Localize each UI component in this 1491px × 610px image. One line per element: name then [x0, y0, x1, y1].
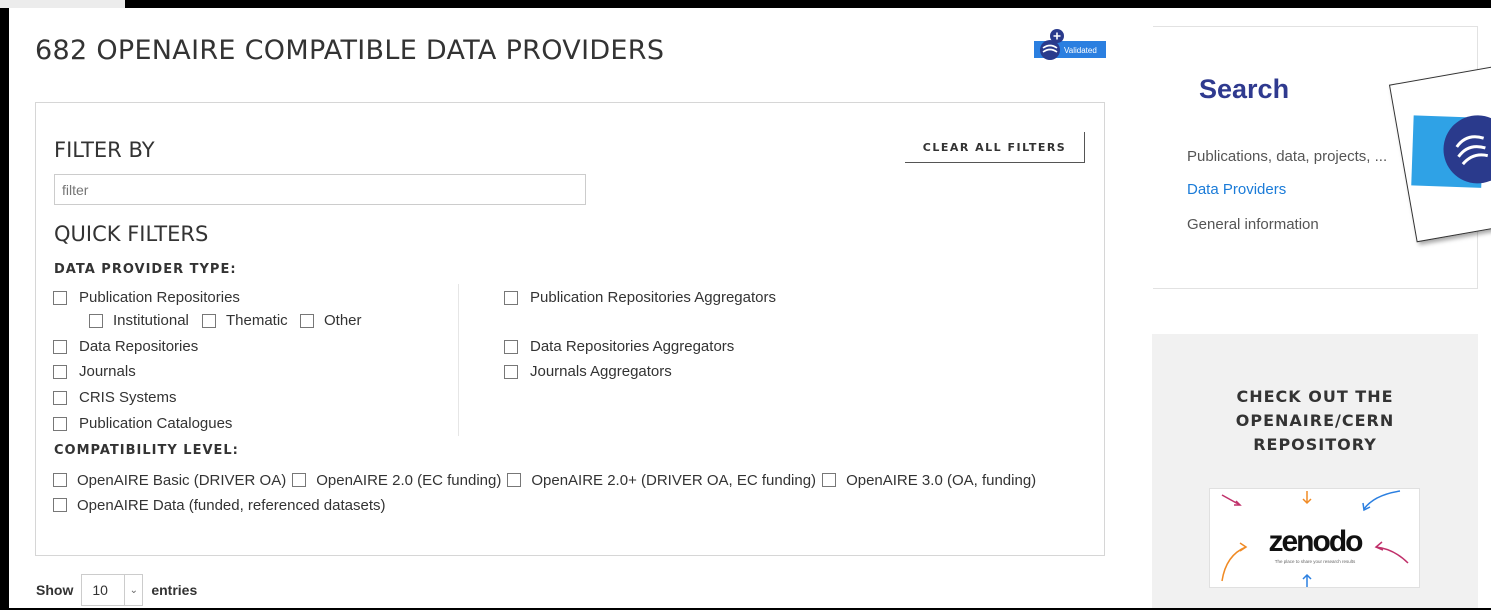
checkbox-box[interactable] [504, 339, 518, 354]
top-strip-light [0, 0, 125, 8]
checkbox-publication-catalogues[interactable]: Publication Catalogues [53, 415, 232, 432]
sidebar-item-data-providers[interactable]: Data Providers [1187, 181, 1286, 198]
checkbox-openaire-3-0[interactable]: OpenAIRE 3.0 (OA, funding) [822, 472, 1036, 489]
zenodo-wordmark: zenodo [1269, 525, 1364, 558]
sidebar-search-title: Search [1199, 74, 1290, 104]
checkbox-label: OpenAIRE 2.0 (EC funding) [316, 472, 502, 489]
sidebar-item-publications[interactable]: Publications, data, projects, ... [1187, 148, 1387, 165]
entries-value: 10 [92, 582, 108, 598]
zenodo-logo: zenodo The place to share your research … [1221, 490, 1409, 587]
checkbox-openaire-2-0-plus[interactable]: OpenAIRE 2.0+ (DRIVER OA, EC funding) [507, 472, 816, 489]
checkbox-label: OpenAIRE Basic (DRIVER OA) [77, 472, 287, 489]
checkbox-label: Journals Aggregators [530, 363, 672, 380]
badge-label: Validated [1064, 46, 1097, 55]
zenodo-banner[interactable]: zenodo The place to share your research … [1209, 488, 1420, 588]
checkbox-openaire-basic[interactable]: OpenAIRE Basic (DRIVER OA) [53, 472, 286, 489]
page-frame: 682 OPENAIRE COMPATIBLE DATA PROVIDERS V… [9, 8, 1491, 608]
promo-title: CHECK OUT THE OPENAIRE/CERN REPOSITORY [1152, 385, 1478, 457]
checkbox-label: Publication Repositories [79, 289, 240, 306]
checkbox-label: Publication Repositories Aggregators [530, 289, 776, 306]
compatibility-level-options: OpenAIRE Basic (DRIVER OA) OpenAIRE 2.0 (… [53, 471, 1093, 516]
checkbox-label: Journals [79, 363, 136, 380]
checkbox-box[interactable] [53, 364, 67, 379]
zenodo-tagline: The place to share your research results [1275, 559, 1356, 564]
checkbox-label: Other [324, 312, 362, 329]
checkbox-label: Data Repositories [79, 338, 199, 355]
checkbox-openaire-data[interactable]: OpenAIRE Data (funded, referenced datase… [53, 496, 386, 516]
checkbox-institutional[interactable]: Institutional [89, 312, 189, 329]
entries-label: entries [151, 582, 198, 598]
checkbox-box[interactable] [53, 416, 67, 431]
page-title: 682 OPENAIRE COMPATIBLE DATA PROVIDERS [35, 35, 665, 66]
checkbox-box[interactable] [53, 339, 67, 354]
checkbox-label: OpenAIRE Data (funded, referenced datase… [77, 497, 386, 514]
promo-line-3: REPOSITORY [1253, 435, 1377, 454]
promo-line-1: CHECK OUT THE [1236, 387, 1394, 406]
checkbox-label: CRIS Systems [79, 389, 177, 406]
checkbox-box[interactable] [89, 313, 103, 328]
filter-input[interactable] [54, 174, 586, 205]
checkbox-label: OpenAIRE 3.0 (OA, funding) [846, 472, 1037, 489]
validated-badge: Validated [1034, 28, 1106, 64]
compatibility-level-heading: COMPATIBILITY LEVEL: [54, 443, 239, 458]
checkbox-openaire-2-0[interactable]: OpenAIRE 2.0 (EC funding) [292, 472, 501, 489]
checkbox-cris-systems[interactable]: CRIS Systems [53, 389, 177, 406]
checkbox-data-repositories-aggregators[interactable]: Data Repositories Aggregators [504, 338, 734, 355]
column-divider [458, 284, 459, 436]
entries-length-control: Show 10 ⌄ entries [36, 574, 197, 606]
checkbox-box[interactable] [504, 290, 518, 305]
checkbox-label: OpenAIRE 2.0+ (DRIVER OA, EC funding) [531, 472, 817, 489]
quick-filters-heading: QUICK FILTERS [54, 222, 209, 246]
checkbox-journals[interactable]: Journals [53, 363, 136, 380]
checkbox-label: Thematic [226, 312, 288, 329]
checkbox-other[interactable]: Other [300, 312, 362, 329]
entries-select[interactable]: 10 ⌄ [81, 574, 144, 606]
top-strip [0, 0, 1491, 8]
checkbox-box[interactable] [292, 473, 307, 487]
checkbox-label: Institutional [113, 312, 189, 329]
checkbox-data-repositories[interactable]: Data Repositories [53, 338, 198, 355]
checkbox-box[interactable] [507, 473, 522, 487]
checkbox-box[interactable] [53, 473, 67, 487]
checkbox-journals-aggregators[interactable]: Journals Aggregators [504, 363, 672, 380]
checkbox-publication-repositories[interactable]: Publication Repositories [53, 289, 240, 306]
filter-by-heading: FILTER BY [54, 138, 155, 162]
checkbox-label: Publication Catalogues [79, 415, 233, 432]
checkbox-thematic[interactable]: Thematic [202, 312, 288, 329]
checkbox-box[interactable] [53, 498, 67, 512]
chevron-down-icon[interactable]: ⌄ [124, 575, 142, 605]
show-label: Show [36, 582, 74, 598]
checkbox-publication-repositories-aggregators[interactable]: Publication Repositories Aggregators [504, 289, 776, 306]
checkbox-label: Data Repositories Aggregators [530, 338, 735, 355]
data-provider-type-heading: DATA PROVIDER TYPE: [54, 262, 237, 277]
clear-all-filters-button[interactable]: CLEAR ALL FILTERS [905, 132, 1085, 163]
checkbox-box[interactable] [504, 364, 518, 379]
checkbox-box[interactable] [53, 390, 67, 405]
checkbox-box[interactable] [822, 473, 837, 487]
checkbox-box[interactable] [300, 313, 314, 328]
checkbox-box[interactable] [53, 290, 67, 305]
checkbox-box[interactable] [202, 313, 216, 328]
promo-line-2: OPENAIRE/CERN [1235, 411, 1395, 430]
sidebar-item-general-information[interactable]: General information [1187, 216, 1319, 233]
